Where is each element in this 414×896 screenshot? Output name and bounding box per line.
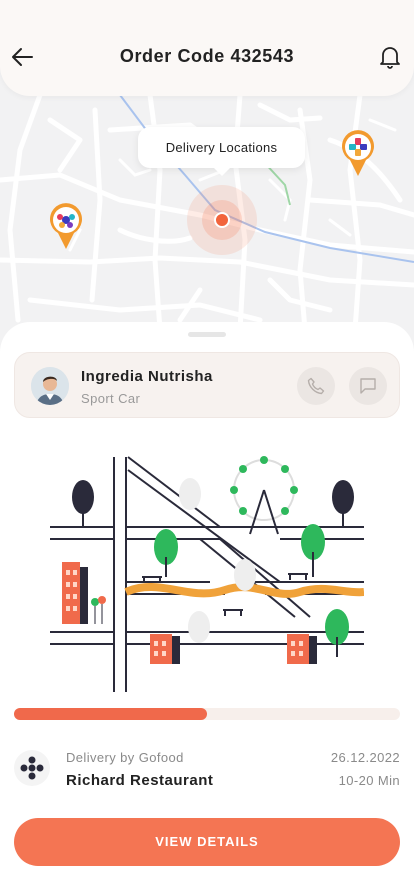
chat-button[interactable] <box>349 367 387 405</box>
drag-handle[interactable] <box>188 332 226 337</box>
delivery-progress-fill <box>14 708 207 720</box>
delivery-route-illustration <box>50 456 364 692</box>
customer-pin-icon[interactable] <box>341 130 375 178</box>
gofood-logo-icon <box>20 756 44 780</box>
delivery-eta: 10-20 Min <box>338 773 400 788</box>
driver-vehicle: Sport Car <box>81 391 141 406</box>
delivery-location-marker[interactable] <box>187 185 257 255</box>
avatar <box>31 367 69 405</box>
driver-name: Ingredia Nutrisha <box>81 368 213 385</box>
bell-icon[interactable] <box>378 44 402 70</box>
delivery-locations-tooltip: Delivery Locations <box>138 127 305 176</box>
restaurant-name: Richard Restaurant <box>66 772 214 789</box>
app-header: Order Code 432543 <box>0 0 414 96</box>
order-date: 26.12.2022 <box>330 750 400 765</box>
call-button[interactable] <box>297 367 335 405</box>
view-details-button[interactable]: VIEW DETAILS <box>14 818 400 866</box>
chat-icon <box>360 378 376 394</box>
driver-card: Ingredia Nutrisha Sport Car <box>14 352 400 418</box>
page-title: Order Code 432543 <box>119 46 295 66</box>
restaurant-pin-icon[interactable] <box>49 203 83 251</box>
delivery-progress-bar <box>14 708 400 720</box>
order-details-sheet: Ingredia Nutrisha Sport Car Delivery by … <box>0 322 414 896</box>
phone-icon <box>307 377 325 395</box>
delivery-provider: Delivery by Gofood <box>66 750 184 765</box>
restaurant-logo <box>14 750 50 786</box>
